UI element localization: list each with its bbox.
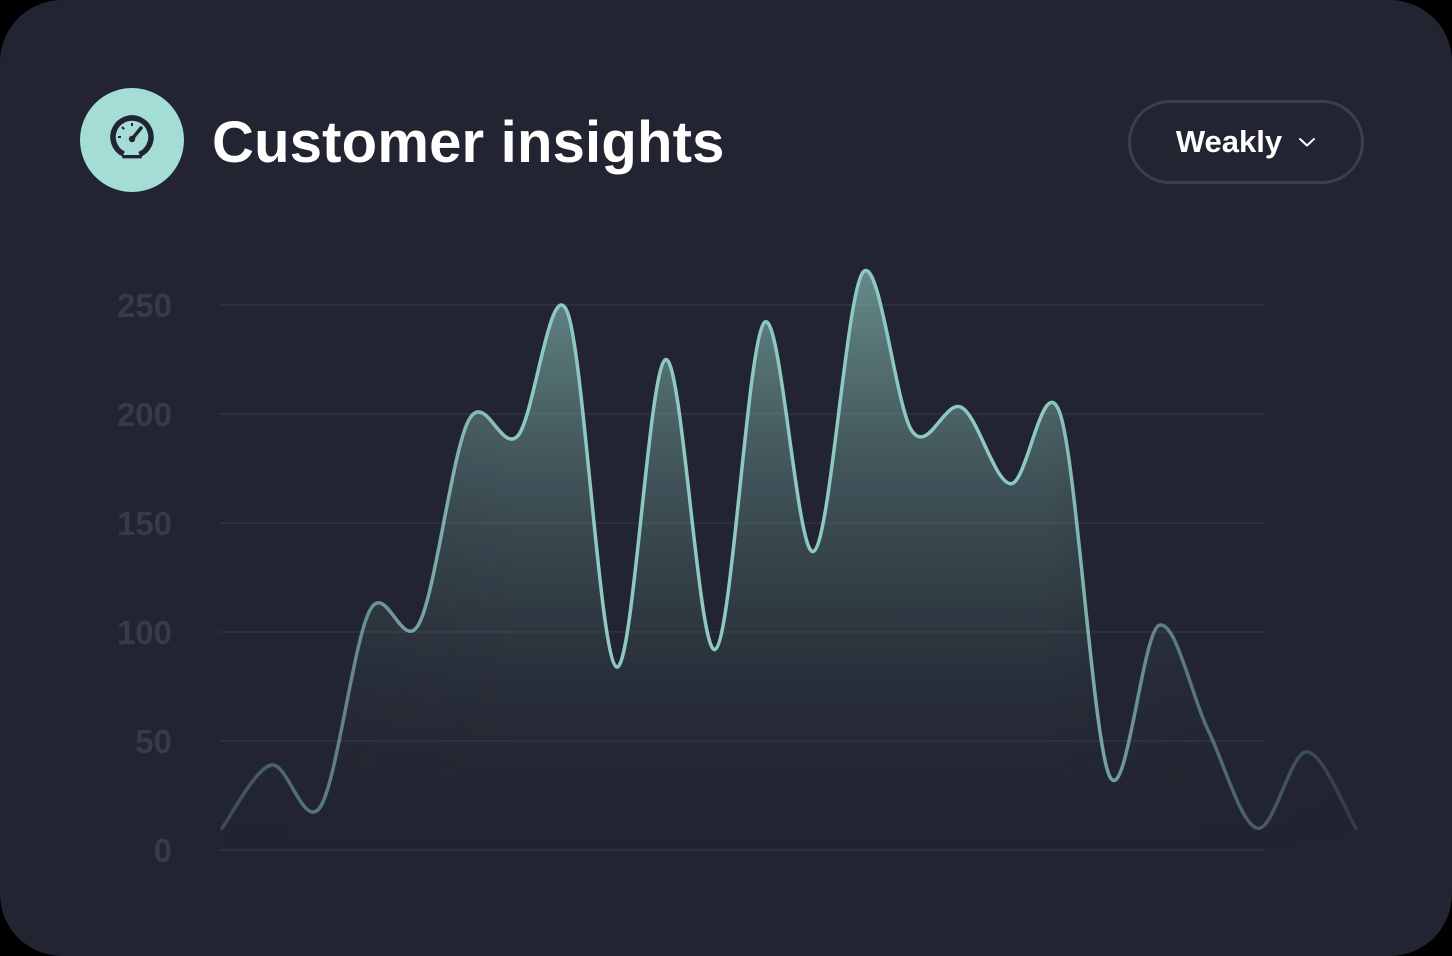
data-point — [713, 647, 717, 651]
data-point — [1157, 623, 1161, 627]
y-tick-label: 0 — [154, 832, 172, 869]
insights-card: Customer insights Weakly 0 50 100 150 20… — [0, 0, 1452, 956]
data-point — [812, 549, 816, 553]
series-area — [222, 270, 1356, 850]
data-point — [467, 419, 471, 423]
y-tick-label: 250 — [117, 287, 172, 324]
data-point — [664, 358, 668, 362]
data-point — [960, 405, 964, 409]
data-point — [762, 320, 766, 324]
y-tick-label: 150 — [117, 505, 172, 542]
data-point — [319, 804, 323, 808]
data-point — [1354, 826, 1358, 830]
y-axis-ticks: 0 50 100 150 200 250 — [117, 287, 172, 869]
data-point — [1058, 412, 1062, 416]
y-tick-label: 50 — [135, 723, 172, 760]
data-point — [1255, 826, 1259, 830]
data-point — [1009, 482, 1013, 486]
data-point — [368, 608, 372, 612]
data-point — [1206, 728, 1210, 732]
data-point — [910, 429, 914, 433]
data-point — [614, 665, 618, 669]
y-tick-label: 100 — [117, 614, 172, 651]
data-point — [417, 621, 421, 625]
area-chart: 0 50 100 150 200 250 — [117, 268, 1358, 869]
data-point — [220, 826, 224, 830]
data-point — [1107, 774, 1111, 778]
data-point — [861, 270, 865, 274]
data-point — [565, 310, 569, 314]
data-point — [516, 434, 520, 438]
chart-area-layer — [222, 270, 1356, 850]
data-point — [269, 763, 273, 767]
y-tick-label: 200 — [117, 396, 172, 433]
data-point — [1305, 750, 1309, 754]
